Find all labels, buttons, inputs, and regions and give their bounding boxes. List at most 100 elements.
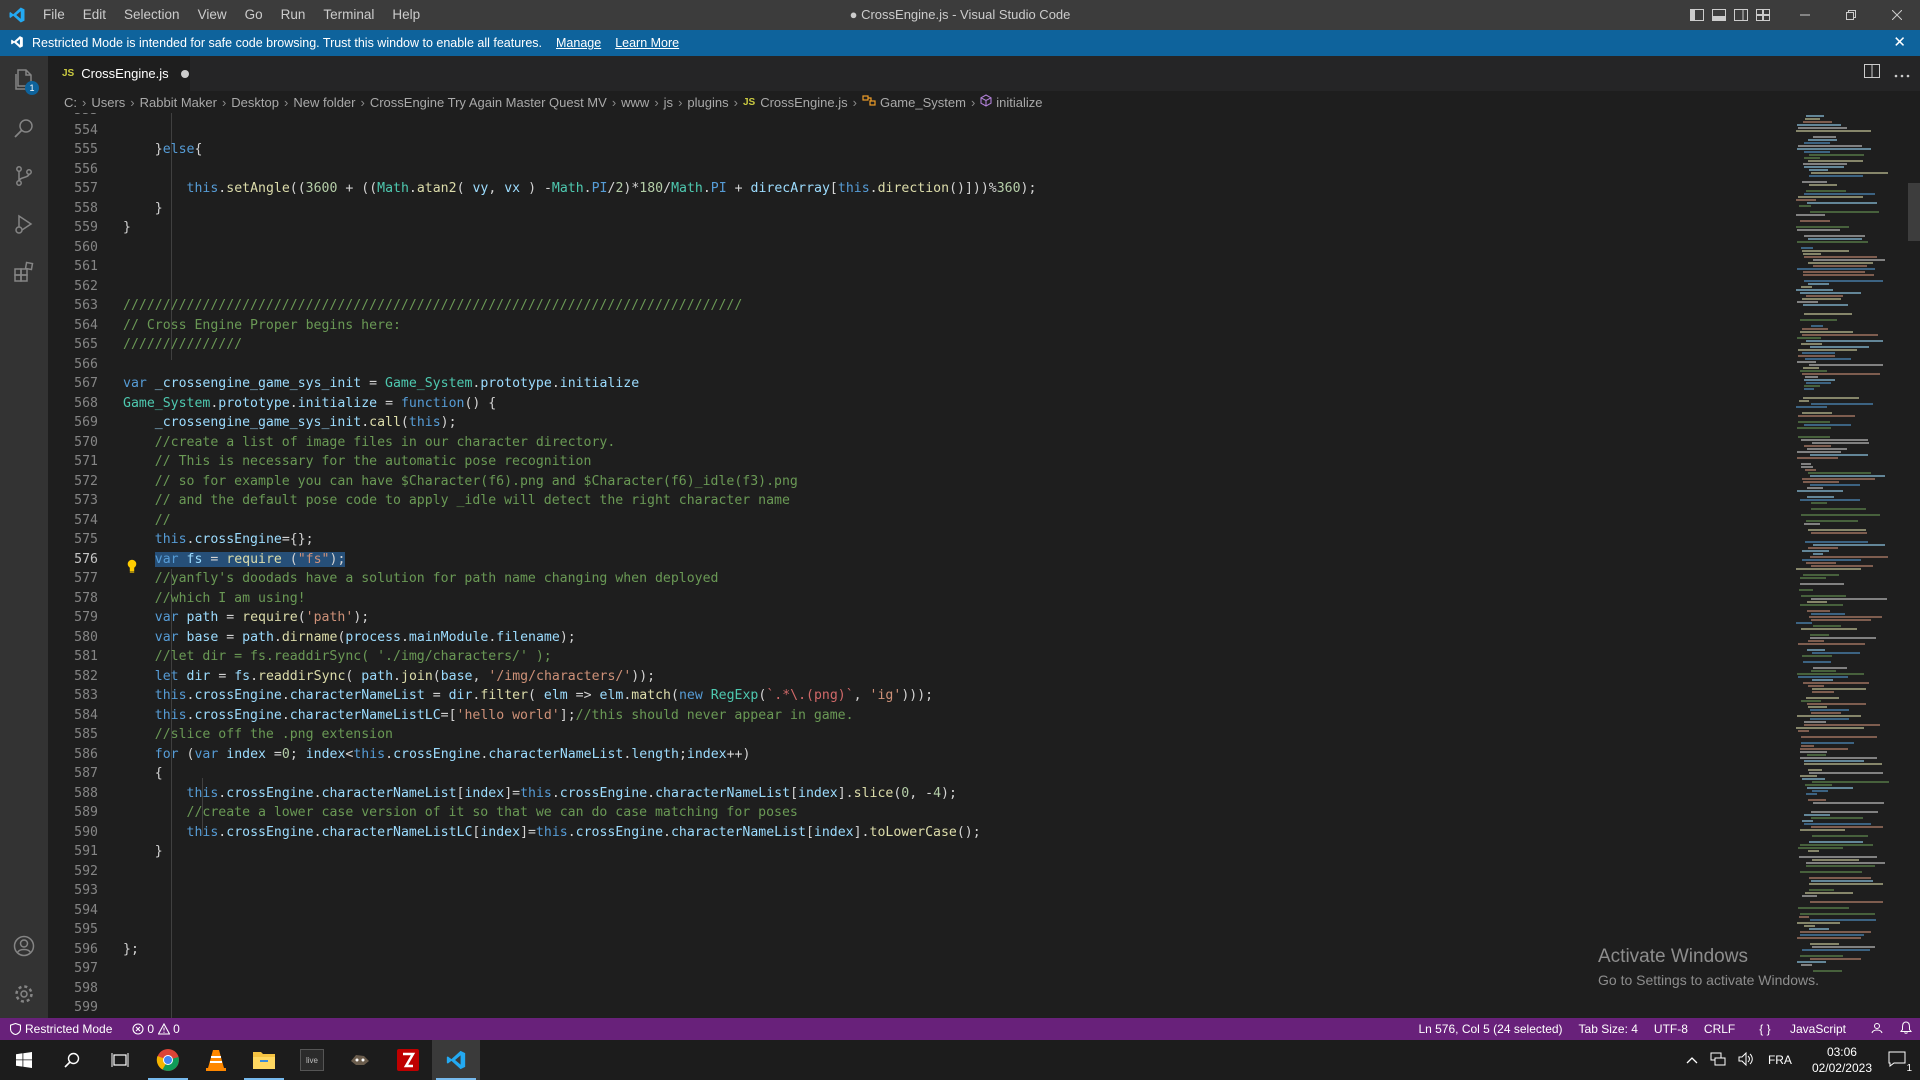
menu-go[interactable]: Go: [236, 0, 272, 30]
code-line[interactable]: 588 this.crossEngine.characterNameList[i…: [48, 784, 1788, 803]
code-line[interactable]: 570 //create a list of image files in ou…: [48, 433, 1788, 452]
code-line[interactable]: 580 var base = path.dirname(process.main…: [48, 628, 1788, 647]
breadcrumb-method[interactable]: initialize: [996, 95, 1042, 110]
code-line[interactable]: 587 {: [48, 764, 1788, 783]
breadcrumb-item[interactable]: New folder: [293, 95, 355, 110]
taskbar-search-icon[interactable]: [48, 1040, 96, 1080]
code-line[interactable]: 582 let dir = fs.readdirSync( path.join(…: [48, 667, 1788, 686]
code-line[interactable]: 581 //let dir = fs.readdirSync( './img/c…: [48, 647, 1788, 666]
input-language[interactable]: FRA: [1768, 1053, 1792, 1067]
file-explorer-icon[interactable]: [240, 1040, 288, 1080]
windows-start-icon[interactable]: [0, 1040, 48, 1080]
split-editor-icon[interactable]: [1864, 64, 1880, 83]
code-line[interactable]: 597: [48, 959, 1788, 978]
action-center-icon[interactable]: 1: [1888, 1051, 1912, 1074]
code-line[interactable]: 563 /////////////////////////////////////…: [48, 296, 1788, 315]
language-mode[interactable]: { } JavaScript: [1743, 1022, 1862, 1036]
menu-edit[interactable]: Edit: [74, 0, 115, 30]
source-control-icon[interactable]: [0, 152, 48, 200]
vscode-taskbar-icon[interactable]: [432, 1040, 480, 1080]
customize-layout-icon[interactable]: [1752, 0, 1774, 30]
banner-manage-link[interactable]: Manage: [556, 36, 601, 50]
code-line[interactable]: 561: [48, 257, 1788, 276]
toggle-secondary-sidebar-icon[interactable]: [1730, 0, 1752, 30]
unsaved-dot-icon[interactable]: [180, 69, 189, 78]
breadcrumb-item[interactable]: CrossEngine Try Again Master Quest MV: [370, 95, 607, 110]
menu-terminal[interactable]: Terminal: [314, 0, 383, 30]
code-line[interactable]: 555 }else{: [48, 140, 1788, 159]
close-window-button[interactable]: [1874, 0, 1920, 30]
lightbulb-icon[interactable]: [126, 559, 138, 573]
code-line[interactable]: 590 this.crossEngine.characterNameListLC…: [48, 823, 1788, 842]
code-line[interactable]: 593: [48, 881, 1788, 900]
cursor-position[interactable]: Ln 576, Col 5 (24 selected): [1410, 1022, 1570, 1036]
restore-button[interactable]: [1828, 0, 1874, 30]
code-line[interactable]: 564 // Cross Engine Proper begins here:: [48, 316, 1788, 335]
banner-learn-more-link[interactable]: Learn More: [615, 36, 679, 50]
taskbar-clock[interactable]: 03:06 02/02/2023: [1812, 1044, 1872, 1076]
code-editor[interactable]: 553 554 555 }else{556 557 this.setAngle((36…: [48, 113, 1788, 1018]
code-line[interactable]: 584 this.crossEngine.characterNameListLC…: [48, 706, 1788, 725]
minimize-button[interactable]: [1782, 0, 1828, 30]
end-of-line[interactable]: CRLF: [1696, 1022, 1743, 1036]
code-line[interactable]: 554: [48, 121, 1788, 140]
extensions-icon[interactable]: [0, 248, 48, 296]
code-line[interactable]: 556: [48, 160, 1788, 179]
breadcrumb-class[interactable]: Game_System: [880, 95, 966, 110]
banner-close-icon[interactable]: ✕: [1893, 33, 1906, 51]
tab-crossengine-js[interactable]: JS CrossEngine.js: [48, 56, 190, 91]
game-app-icon[interactable]: [336, 1040, 384, 1080]
restricted-mode-status[interactable]: Restricted Mode: [10, 1022, 112, 1036]
code-line[interactable]: 573 // and the default pose code to appl…: [48, 491, 1788, 510]
code-line[interactable]: 598: [48, 979, 1788, 998]
show-hidden-icons-icon[interactable]: [1686, 1053, 1698, 1067]
tab-size[interactable]: Tab Size: 4: [1571, 1022, 1646, 1036]
breadcrumb-item[interactable]: C:: [64, 95, 77, 110]
code-line[interactable]: 569 _crossengine_game_sys_init.call(this…: [48, 413, 1788, 432]
code-line[interactable]: 574 //: [48, 511, 1788, 530]
more-actions-icon[interactable]: [1894, 65, 1910, 83]
explorer-icon[interactable]: 1: [0, 56, 48, 104]
problems-status[interactable]: 0 0: [132, 1022, 180, 1036]
breadcrumb-item[interactable]: plugins: [687, 95, 728, 110]
breadcrumb-item[interactable]: js: [664, 95, 673, 110]
scrollbar-thumb[interactable]: [1908, 183, 1920, 241]
notifications-bell-icon[interactable]: [1892, 1021, 1920, 1037]
code-line[interactable]: 589 //create a lower case version of it …: [48, 803, 1788, 822]
code-line[interactable]: 567 var _crossengine_game_sys_init = Game…: [48, 374, 1788, 393]
code-line[interactable]: 559}: [48, 218, 1788, 237]
code-line[interactable]: 576 var fs = require ("fs");: [48, 550, 1788, 569]
code-line[interactable]: 577 //yanfly's doodads have a solution f…: [48, 569, 1788, 588]
breadcrumb-item[interactable]: Rabbit Maker: [140, 95, 217, 110]
code-line[interactable]: 565 ///////////////: [48, 335, 1788, 354]
code-line[interactable]: 566: [48, 355, 1788, 374]
task-view-icon[interactable]: [96, 1040, 144, 1080]
vscode-logo-icon[interactable]: [0, 0, 34, 30]
feedback-icon[interactable]: [1862, 1021, 1892, 1037]
run-debug-icon[interactable]: [0, 200, 48, 248]
encoding[interactable]: UTF-8: [1646, 1022, 1696, 1036]
code-line[interactable]: 585 //slice off the .png extension: [48, 725, 1788, 744]
code-line[interactable]: 560: [48, 238, 1788, 257]
code-line[interactable]: 599: [48, 998, 1788, 1017]
code-line[interactable]: 553: [48, 113, 1788, 120]
code-line[interactable]: 579 var path = require('path');: [48, 608, 1788, 627]
network-icon[interactable]: [1710, 1052, 1726, 1069]
code-line[interactable]: 592: [48, 862, 1788, 881]
code-line[interactable]: 594: [48, 901, 1788, 920]
code-line[interactable]: 595: [48, 920, 1788, 939]
code-line[interactable]: 571 // This is necessary for the automat…: [48, 452, 1788, 471]
chrome-icon[interactable]: [144, 1040, 192, 1080]
toggle-panel-icon[interactable]: [1708, 0, 1730, 30]
search-icon[interactable]: [0, 104, 48, 152]
filezilla-icon[interactable]: [384, 1040, 432, 1080]
toggle-primary-sidebar-icon[interactable]: [1686, 0, 1708, 30]
breadcrumb-file[interactable]: CrossEngine.js: [760, 95, 847, 110]
breadcrumb-item[interactable]: Desktop: [231, 95, 279, 110]
minimap[interactable]: [1788, 113, 1920, 1018]
code-line[interactable]: 568 Game_System.prototype.initialize = fu…: [48, 394, 1788, 413]
code-line[interactable]: 583 this.crossEngine.characterNameList =…: [48, 686, 1788, 705]
menu-selection[interactable]: Selection: [115, 0, 189, 30]
breadcrumb-item[interactable]: Users: [91, 95, 125, 110]
code-line[interactable]: 562: [48, 277, 1788, 296]
